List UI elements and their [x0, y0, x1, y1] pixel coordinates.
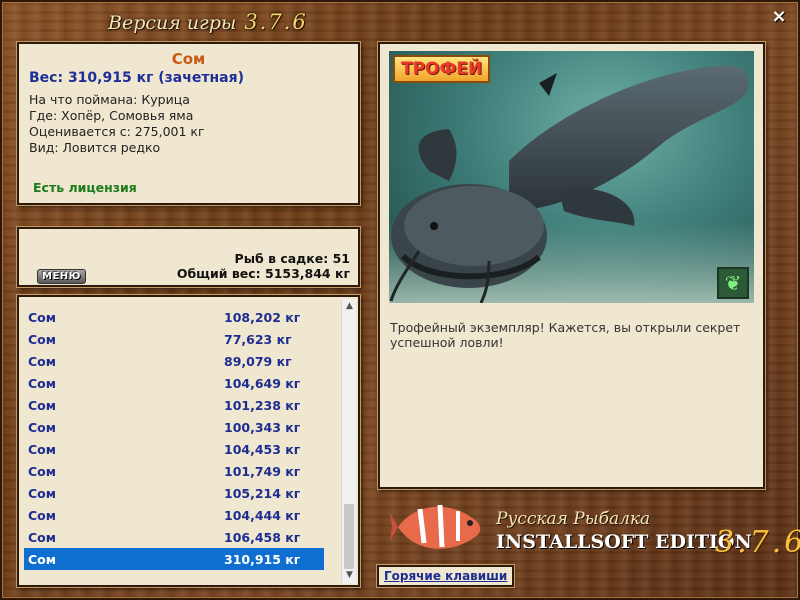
cage-summary-panel: МЕНЮ Рыб в садке: 51 Общий вес: 5153,844…: [17, 227, 360, 287]
fish-description: Трофейный экземпляр! Кажется, вы открыли…: [390, 320, 741, 350]
list-item-name: Сом: [28, 419, 56, 435]
menu-button[interactable]: МЕНЮ: [37, 269, 86, 284]
list-item[interactable]: Сом 104,444 кг: [24, 504, 324, 526]
list-item-name: Сом: [28, 375, 56, 391]
fish-logo-icon: [390, 504, 481, 549]
catch-list-panel: Сом 108,202 кг Сом 77,623 кг Сом 89,079 кг Сом…: [17, 295, 360, 587]
cage-stats: Рыб в садке: 51 Общий вес: 5153,844 кг: [177, 251, 350, 281]
list-item-weight: 100,343 кг: [224, 419, 301, 435]
scroll-up-icon[interactable]: ▲: [342, 299, 357, 314]
title-text: Версия игры: [108, 12, 237, 34]
close-icon[interactable]: ×: [770, 8, 788, 26]
list-item[interactable]: Сом 108,202 кг: [24, 306, 324, 328]
fish-info-panel: Сом Вес: 310,915 кг (зачетная) На что по…: [17, 42, 360, 205]
catch-list: Сом 108,202 кг Сом 77,623 кг Сом 89,079 кг Сом…: [24, 306, 324, 570]
list-item-name: Сом: [28, 529, 56, 545]
info-rarity: Вид: Ловится редко: [29, 140, 161, 155]
list-item[interactable]: Сом 101,238 кг: [24, 394, 324, 416]
list-item-name: Сом: [28, 463, 56, 479]
fish-name: Сом: [171, 50, 206, 68]
hotkeys-link[interactable]: Горячие клавиши: [377, 565, 515, 587]
fish-count: Рыб в садке: 51: [234, 251, 350, 266]
list-item-weight: 104,453 кг: [224, 441, 301, 457]
list-item-name: Сом: [28, 485, 56, 501]
list-item-name: Сом: [28, 507, 56, 523]
list-item-name: Сом: [28, 397, 56, 413]
info-threshold: Оценивается с: 275,001 кг: [29, 124, 205, 139]
list-item-name: Сом: [28, 441, 56, 457]
list-item[interactable]: Сом 77,623 кг: [24, 328, 324, 350]
logo-version: 3.7.6: [715, 525, 800, 560]
list-item[interactable]: Сом 310,915 кг: [24, 548, 324, 570]
list-item[interactable]: Сом 100,343 кг: [24, 416, 324, 438]
list-item-weight: 104,444 кг: [224, 507, 301, 523]
list-item-weight: 101,238 кг: [224, 397, 301, 413]
list-item[interactable]: Сом 104,649 кг: [24, 372, 324, 394]
info-bait: На что поймана: Курица: [29, 92, 190, 107]
list-item[interactable]: Сом 89,079 кг: [24, 350, 324, 372]
window-title: Версия игры 3.7.6: [108, 10, 308, 34]
list-item[interactable]: Сом 104,453 кг: [24, 438, 324, 460]
scroll-down-icon[interactable]: ▼: [342, 568, 357, 583]
list-item[interactable]: Сом 106,458 кг: [24, 526, 324, 548]
list-item[interactable]: Сом 101,749 кг: [24, 460, 324, 482]
total-weight: Общий вес: 5153,844 кг: [176, 266, 350, 281]
list-item[interactable]: Сом 105,214 кг: [24, 482, 324, 504]
list-item-weight: 77,623 кг: [224, 331, 292, 347]
logo-edition: INSTALLSOFT EDITION: [496, 531, 752, 553]
list-item-name: Сом: [28, 331, 56, 347]
trophy-badge: ТРОФЕЙ: [393, 55, 491, 83]
list-item-weight: 104,649 кг: [224, 375, 301, 391]
butterfly-icon[interactable]: ❦: [717, 267, 749, 299]
logo-game-name: Русская Рыбалка: [496, 509, 651, 529]
fish-weight: Вес: 310,915 кг (зачетная): [29, 70, 244, 86]
list-item-weight: 106,458 кг: [224, 529, 301, 545]
list-item-name: Сом: [28, 353, 56, 369]
fish-photo: ТРОФЕЙ ❦: [389, 51, 754, 303]
list-item-name: Сом: [28, 551, 56, 567]
scroll-thumb[interactable]: [344, 504, 354, 569]
fish-photo-panel: ТРОФЕЙ ❦ Трофейный экземпляр! Кажется, в…: [378, 42, 765, 489]
list-item-name: Сом: [28, 309, 56, 325]
list-item-weight: 105,214 кг: [224, 485, 301, 501]
list-item-weight: 89,079 кг: [224, 353, 292, 369]
license-status: Есть лицензия: [33, 180, 137, 195]
catfish-image: [389, 65, 754, 303]
list-item-weight: 101,749 кг: [224, 463, 301, 479]
list-item-weight: 108,202 кг: [224, 309, 301, 325]
list-item-weight: 310,915 кг: [224, 551, 301, 567]
list-scrollbar[interactable]: ▲ ▼: [341, 299, 356, 583]
info-location: Где: Хопёр, Сомовья яма: [29, 108, 194, 123]
game-window: Версия игры 3.7.6 × Сом Вес: 310,915 кг …: [0, 0, 800, 600]
game-logo: Русская Рыбалка INSTALLSOFT EDITION 3.7.…: [390, 495, 800, 560]
title-version: 3.7.6: [244, 10, 308, 34]
